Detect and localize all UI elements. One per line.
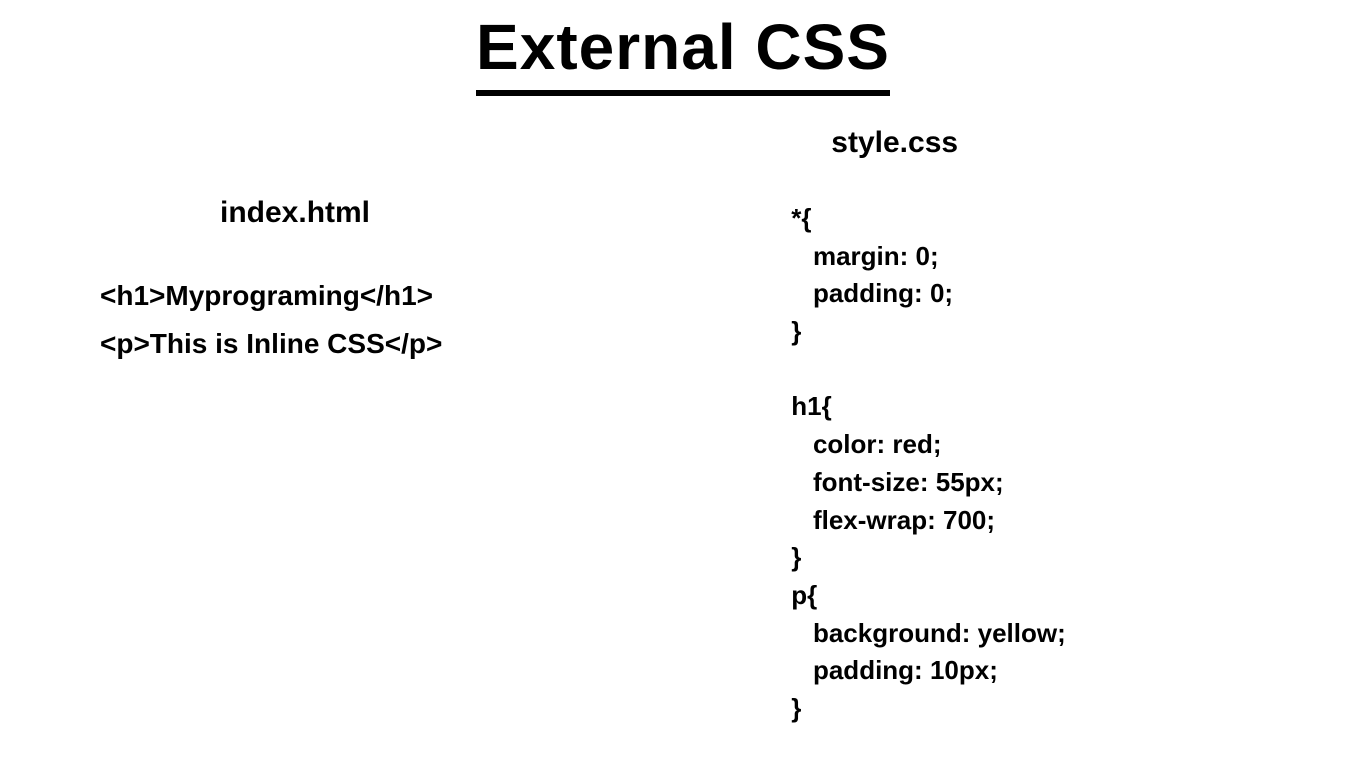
- html-code-line-1: <h1>Myprograming</h1>: [100, 280, 751, 312]
- right-column: style.css *{ margin: 0; padding: 0; } h1…: [751, 126, 1366, 728]
- columns-container: index.html <h1>Myprograming</h1> <p>This…: [0, 126, 1366, 728]
- page-title: External CSS: [476, 10, 890, 96]
- left-column: index.html <h1>Myprograming</h1> <p>This…: [0, 126, 751, 728]
- css-filename-label: style.css: [831, 126, 1366, 160]
- html-filename-label: index.html: [220, 196, 751, 230]
- html-code-line-2: <p>This is Inline CSS</p>: [100, 328, 751, 360]
- css-code-block: *{ margin: 0; padding: 0; } h1{ color: r…: [791, 200, 1366, 728]
